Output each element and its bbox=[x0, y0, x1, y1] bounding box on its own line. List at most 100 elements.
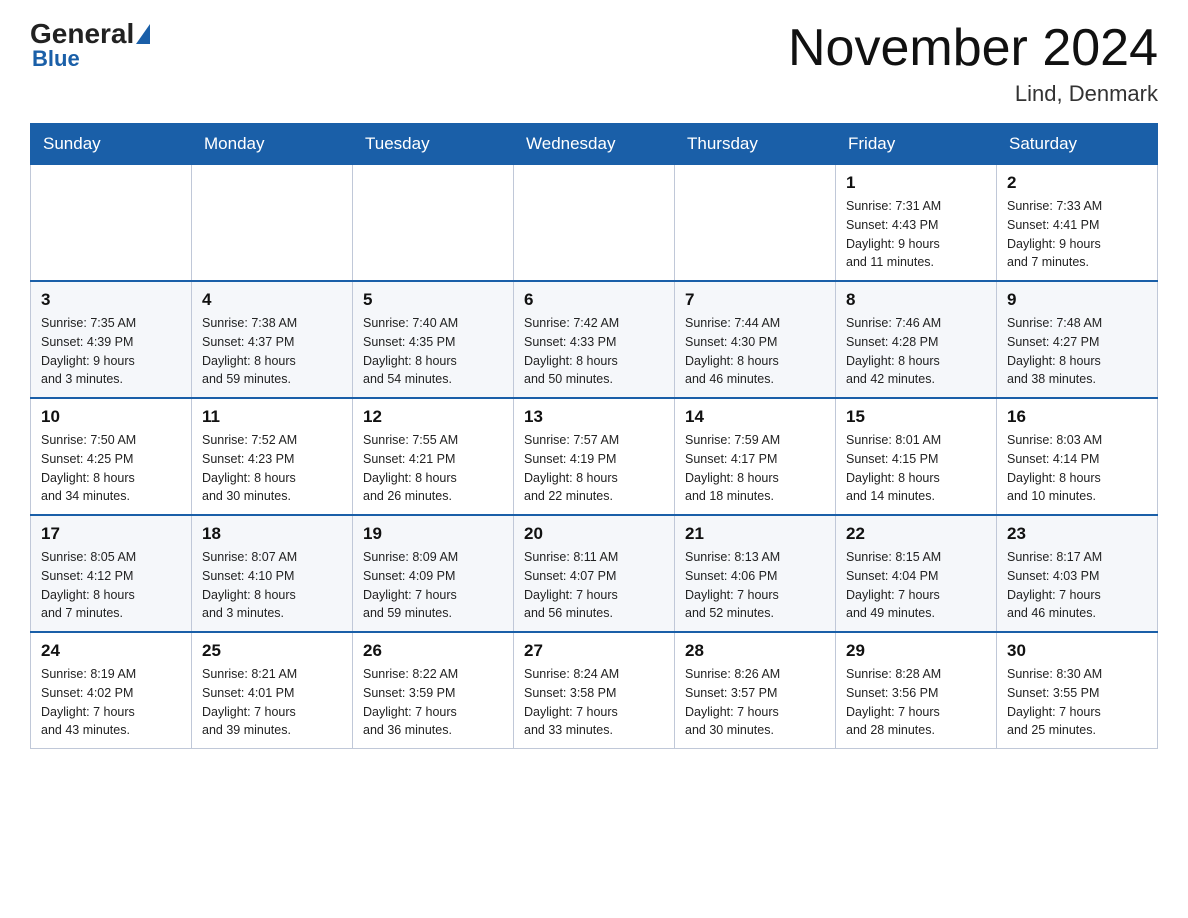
calendar-cell: 23 Sunrise: 8:17 AMSunset: 4:03 PMDayligh… bbox=[997, 515, 1158, 632]
calendar-cell: 19Sunrise: 8:09 AMSunset: 4:09 PMDayligh… bbox=[353, 515, 514, 632]
day-info: Sunrise: 8:19 AMSunset: 4:02 PMDaylight:… bbox=[41, 665, 181, 740]
day-number: 23 bbox=[1007, 524, 1147, 544]
calendar-cell bbox=[192, 165, 353, 282]
title-block: November 2024 Lind, Denmark bbox=[788, 20, 1158, 107]
day-info: Sunrise: 8:13 AMSunset: 4:06 PMDaylight:… bbox=[685, 548, 825, 623]
day-header-sunday: Sunday bbox=[31, 124, 192, 165]
calendar-cell: 11 Sunrise: 7:52 AMSunset: 4:23 PMDayligh… bbox=[192, 398, 353, 515]
calendar-cell bbox=[31, 165, 192, 282]
day-info: Sunrise: 8:26 AMSunset: 3:57 PMDaylight:… bbox=[685, 665, 825, 740]
day-number: 9 bbox=[1007, 290, 1147, 310]
calendar-cell bbox=[514, 165, 675, 282]
day-number: 4 bbox=[202, 290, 342, 310]
calendar-cell bbox=[353, 165, 514, 282]
calendar-cell: 8 Sunrise: 7:46 AMSunset: 4:28 PMDaylight… bbox=[836, 281, 997, 398]
day-info: Sunrise: 7:35 AMSunset: 4:39 PMDaylight:… bbox=[41, 314, 181, 389]
calendar-week-3: 10 Sunrise: 7:50 AMSunset: 4:25 PMDayligh… bbox=[31, 398, 1158, 515]
calendar-cell bbox=[675, 165, 836, 282]
logo-text-blue: Blue bbox=[32, 46, 80, 72]
day-number: 25 bbox=[202, 641, 342, 661]
day-number: 11 bbox=[202, 407, 342, 427]
day-number: 20 bbox=[524, 524, 664, 544]
calendar-table: SundayMondayTuesdayWednesdayThursdayFrid… bbox=[30, 123, 1158, 749]
calendar-cell: 20 Sunrise: 8:11 AMSunset: 4:07 PMDayligh… bbox=[514, 515, 675, 632]
calendar-week-5: 24 Sunrise: 8:19 AMSunset: 4:02 PMDayligh… bbox=[31, 632, 1158, 749]
day-info: Sunrise: 8:03 AMSunset: 4:14 PMDaylight:… bbox=[1007, 431, 1147, 506]
day-info: Sunrise: 7:31 AMSunset: 4:43 PMDaylight:… bbox=[846, 197, 986, 272]
day-number: 1 bbox=[846, 173, 986, 193]
day-info: Sunrise: 7:38 AMSunset: 4:37 PMDaylight:… bbox=[202, 314, 342, 389]
day-number: 7 bbox=[685, 290, 825, 310]
day-number: 6 bbox=[524, 290, 664, 310]
day-info: Sunrise: 8:05 AMSunset: 4:12 PMDaylight:… bbox=[41, 548, 181, 623]
day-number: 5 bbox=[363, 290, 503, 310]
calendar-cell: 17 Sunrise: 8:05 AMSunset: 4:12 PMDayligh… bbox=[31, 515, 192, 632]
day-number: 16 bbox=[1007, 407, 1147, 427]
calendar-cell: 25 Sunrise: 8:21 AMSunset: 4:01 PMDayligh… bbox=[192, 632, 353, 749]
day-info: Sunrise: 8:17 AMSunset: 4:03 PMDaylight:… bbox=[1007, 548, 1147, 623]
day-number: 17 bbox=[41, 524, 181, 544]
day-info: Sunrise: 7:52 AMSunset: 4:23 PMDaylight:… bbox=[202, 431, 342, 506]
calendar-cell: 9 Sunrise: 7:48 AMSunset: 4:27 PMDaylight… bbox=[997, 281, 1158, 398]
day-header-tuesday: Tuesday bbox=[353, 124, 514, 165]
day-info: Sunrise: 8:28 AMSunset: 3:56 PMDaylight:… bbox=[846, 665, 986, 740]
day-info: Sunrise: 7:46 AMSunset: 4:28 PMDaylight:… bbox=[846, 314, 986, 389]
calendar-cell: 15 Sunrise: 8:01 AMSunset: 4:15 PMDayligh… bbox=[836, 398, 997, 515]
day-header-saturday: Saturday bbox=[997, 124, 1158, 165]
day-number: 27 bbox=[524, 641, 664, 661]
calendar-cell: 1 Sunrise: 7:31 AMSunset: 4:43 PMDaylight… bbox=[836, 165, 997, 282]
day-info: Sunrise: 7:42 AMSunset: 4:33 PMDaylight:… bbox=[524, 314, 664, 389]
calendar-cell: 14Sunrise: 7:59 AMSunset: 4:17 PMDayligh… bbox=[675, 398, 836, 515]
day-number: 15 bbox=[846, 407, 986, 427]
day-info: Sunrise: 8:07 AMSunset: 4:10 PMDaylight:… bbox=[202, 548, 342, 623]
day-info: Sunrise: 8:01 AMSunset: 4:15 PMDaylight:… bbox=[846, 431, 986, 506]
day-number: 19 bbox=[363, 524, 503, 544]
day-header-thursday: Thursday bbox=[675, 124, 836, 165]
day-info: Sunrise: 7:48 AMSunset: 4:27 PMDaylight:… bbox=[1007, 314, 1147, 389]
calendar-cell: 30Sunrise: 8:30 AMSunset: 3:55 PMDayligh… bbox=[997, 632, 1158, 749]
day-info: Sunrise: 7:40 AMSunset: 4:35 PMDaylight:… bbox=[363, 314, 503, 389]
day-header-wednesday: Wednesday bbox=[514, 124, 675, 165]
day-header-friday: Friday bbox=[836, 124, 997, 165]
day-info: Sunrise: 8:24 AMSunset: 3:58 PMDaylight:… bbox=[524, 665, 664, 740]
day-number: 30 bbox=[1007, 641, 1147, 661]
day-number: 24 bbox=[41, 641, 181, 661]
logo-triangle-icon bbox=[136, 24, 150, 44]
calendar-cell: 24 Sunrise: 8:19 AMSunset: 4:02 PMDayligh… bbox=[31, 632, 192, 749]
day-number: 14 bbox=[685, 407, 825, 427]
day-number: 22 bbox=[846, 524, 986, 544]
calendar-week-4: 17 Sunrise: 8:05 AMSunset: 4:12 PMDayligh… bbox=[31, 515, 1158, 632]
day-info: Sunrise: 8:21 AMSunset: 4:01 PMDaylight:… bbox=[202, 665, 342, 740]
logo-text-general: General bbox=[30, 20, 134, 48]
calendar-cell: 4 Sunrise: 7:38 AMSunset: 4:37 PMDaylight… bbox=[192, 281, 353, 398]
calendar-cell: 27 Sunrise: 8:24 AMSunset: 3:58 PMDayligh… bbox=[514, 632, 675, 749]
page-header: General Blue November 2024 Lind, Denmark bbox=[30, 20, 1158, 107]
calendar-cell: 10 Sunrise: 7:50 AMSunset: 4:25 PMDayligh… bbox=[31, 398, 192, 515]
calendar-header-row: SundayMondayTuesdayWednesdayThursdayFrid… bbox=[31, 124, 1158, 165]
calendar-week-2: 3Sunrise: 7:35 AMSunset: 4:39 PMDaylight… bbox=[31, 281, 1158, 398]
calendar-cell: 26Sunrise: 8:22 AMSunset: 3:59 PMDayligh… bbox=[353, 632, 514, 749]
day-info: Sunrise: 8:15 AMSunset: 4:04 PMDaylight:… bbox=[846, 548, 986, 623]
calendar-cell: 5 Sunrise: 7:40 AMSunset: 4:35 PMDaylight… bbox=[353, 281, 514, 398]
calendar-cell: 3Sunrise: 7:35 AMSunset: 4:39 PMDaylight… bbox=[31, 281, 192, 398]
day-info: Sunrise: 7:44 AMSunset: 4:30 PMDaylight:… bbox=[685, 314, 825, 389]
day-info: Sunrise: 7:50 AMSunset: 4:25 PMDaylight:… bbox=[41, 431, 181, 506]
calendar-cell: 7 Sunrise: 7:44 AMSunset: 4:30 PMDaylight… bbox=[675, 281, 836, 398]
day-number: 26 bbox=[363, 641, 503, 661]
day-number: 2 bbox=[1007, 173, 1147, 193]
day-number: 21 bbox=[685, 524, 825, 544]
calendar-cell: 2Sunrise: 7:33 AMSunset: 4:41 PMDaylight… bbox=[997, 165, 1158, 282]
main-title: November 2024 bbox=[788, 20, 1158, 77]
day-header-monday: Monday bbox=[192, 124, 353, 165]
day-number: 8 bbox=[846, 290, 986, 310]
day-number: 10 bbox=[41, 407, 181, 427]
calendar-cell: 29 Sunrise: 8:28 AMSunset: 3:56 PMDayligh… bbox=[836, 632, 997, 749]
calendar-cell: 28Sunrise: 8:26 AMSunset: 3:57 PMDayligh… bbox=[675, 632, 836, 749]
day-info: Sunrise: 8:11 AMSunset: 4:07 PMDaylight:… bbox=[524, 548, 664, 623]
day-number: 29 bbox=[846, 641, 986, 661]
calendar-week-1: 1 Sunrise: 7:31 AMSunset: 4:43 PMDaylight… bbox=[31, 165, 1158, 282]
calendar-cell: 18Sunrise: 8:07 AMSunset: 4:10 PMDayligh… bbox=[192, 515, 353, 632]
calendar-cell: 13Sunrise: 7:57 AMSunset: 4:19 PMDayligh… bbox=[514, 398, 675, 515]
calendar-cell: 16 Sunrise: 8:03 AMSunset: 4:14 PMDayligh… bbox=[997, 398, 1158, 515]
day-info: Sunrise: 7:55 AMSunset: 4:21 PMDaylight:… bbox=[363, 431, 503, 506]
